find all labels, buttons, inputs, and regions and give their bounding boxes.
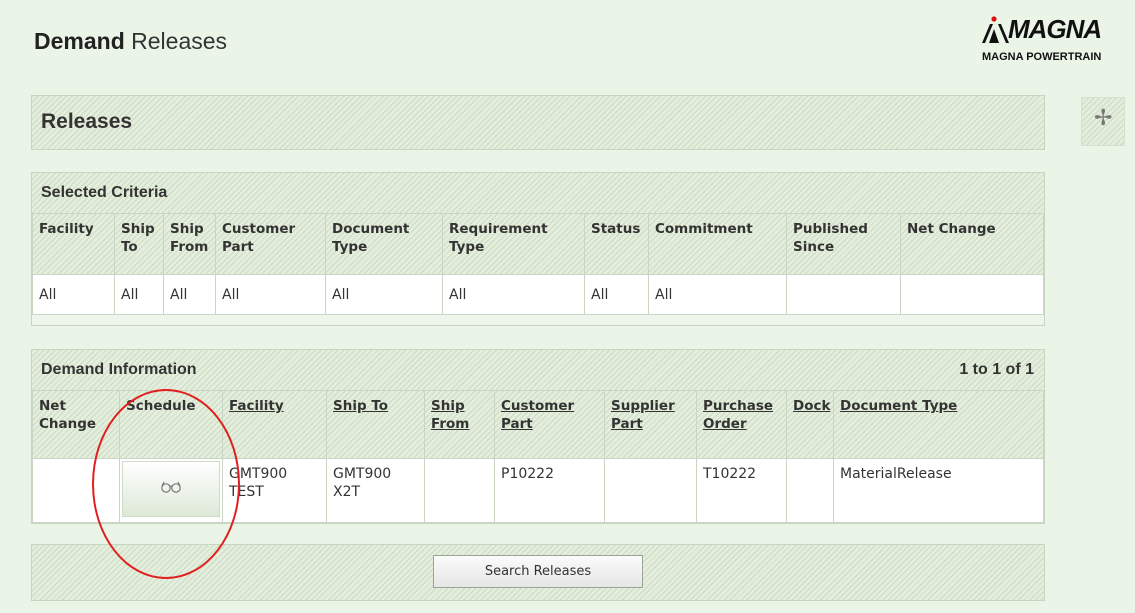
page-title-bold: Demand bbox=[34, 28, 125, 54]
releases-title: Releases bbox=[41, 110, 133, 133]
sort-link-facility[interactable]: Facility bbox=[229, 398, 284, 414]
cell-ship-from bbox=[424, 458, 495, 523]
footer-bar: Search Releases bbox=[31, 544, 1045, 601]
sort-link-ship-to[interactable]: Ship To bbox=[333, 398, 388, 414]
criteria-value-requirement-type: All bbox=[442, 274, 585, 315]
cell-purchase-order: T10222 bbox=[696, 458, 787, 523]
expand-button[interactable]: ✢ bbox=[1081, 97, 1125, 146]
criteria-col-facility: Facility bbox=[32, 213, 115, 275]
selected-criteria-header: Selected Criteria bbox=[32, 173, 1044, 213]
logo-subtitle: MAGNA POWERTRAIN bbox=[982, 51, 1102, 63]
cell-dock bbox=[786, 458, 834, 523]
criteria-header-row: Facility Ship To Ship From Customer Part… bbox=[32, 213, 1044, 275]
cell-customer-part: P10222 bbox=[494, 458, 605, 523]
demand-col-customer-part[interactable]: Customer Part bbox=[494, 390, 605, 459]
criteria-value-customer-part: All bbox=[215, 274, 326, 315]
criteria-col-customer-part: Customer Part bbox=[215, 213, 326, 275]
sort-link-dock[interactable]: Dock bbox=[793, 398, 830, 414]
criteria-col-commitment: Commitment bbox=[648, 213, 787, 275]
table-row: GMT900 TEST GMT900 X2T P10222 T10222 Mat… bbox=[32, 458, 1044, 523]
demand-col-document-type[interactable]: Document Type bbox=[833, 390, 1044, 459]
demand-col-supplier-part[interactable]: Supplier Part bbox=[604, 390, 697, 459]
sort-link-purchase-order[interactable]: Purchase Order bbox=[703, 398, 773, 432]
demand-col-ship-from[interactable]: Ship From bbox=[424, 390, 495, 459]
cell-schedule bbox=[119, 458, 223, 523]
magna-logo: MAGNA MAGNA POWERTRAIN bbox=[980, 14, 1130, 74]
selected-criteria-table: Facility Ship To Ship From Customer Part… bbox=[32, 213, 1044, 315]
search-releases-button[interactable]: Search Releases bbox=[433, 555, 643, 588]
sort-link-ship-from[interactable]: Ship From bbox=[431, 398, 469, 432]
criteria-col-document-type: Document Type bbox=[325, 213, 443, 275]
demand-col-schedule: Schedule bbox=[119, 390, 223, 459]
criteria-col-status: Status bbox=[584, 213, 649, 275]
page: Demand Releases MAGNA MAGNA POWERTRAIN R… bbox=[0, 0, 1135, 613]
criteria-col-requirement-type: Requirement Type bbox=[442, 213, 585, 275]
page-title-rest: Releases bbox=[131, 28, 228, 54]
demand-information-panel: Demand Information 1 to 1 of 1 Net Chang… bbox=[31, 349, 1045, 524]
cell-facility: GMT900 TEST bbox=[222, 458, 327, 523]
page-title: Demand Releases bbox=[34, 28, 227, 55]
demand-col-ship-to[interactable]: Ship To bbox=[326, 390, 425, 459]
sort-link-customer-part[interactable]: Customer Part bbox=[501, 398, 574, 432]
selected-criteria-title: Selected Criteria bbox=[41, 184, 168, 201]
criteria-value-facility: All bbox=[32, 274, 115, 315]
criteria-value-ship-from: All bbox=[163, 274, 216, 315]
criteria-value-published-since bbox=[786, 274, 901, 315]
paging-info: 1 to 1 of 1 bbox=[959, 361, 1034, 378]
cell-supplier-part bbox=[604, 458, 697, 523]
view-schedule-button[interactable] bbox=[122, 461, 220, 517]
criteria-value-row: All All All All All All All All bbox=[32, 274, 1044, 315]
criteria-col-net-change: Net Change bbox=[900, 213, 1044, 275]
sort-link-supplier-part[interactable]: Supplier Part bbox=[611, 398, 675, 432]
criteria-value-ship-to: All bbox=[114, 274, 164, 315]
demand-header-row: Net Change Schedule Facility Ship To Shi… bbox=[32, 390, 1044, 459]
demand-information-header: Demand Information 1 to 1 of 1 bbox=[32, 350, 1044, 390]
criteria-col-published-since: Published Since bbox=[786, 213, 901, 275]
demand-col-net-change: Net Change bbox=[32, 390, 120, 459]
demand-information-table: Net Change Schedule Facility Ship To Shi… bbox=[32, 390, 1044, 523]
releases-header: Releases bbox=[31, 95, 1045, 150]
criteria-value-document-type: All bbox=[325, 274, 443, 315]
logo-word: MAGNA bbox=[1008, 14, 1102, 44]
demand-information-title: Demand Information bbox=[41, 361, 197, 378]
glasses-icon bbox=[160, 480, 182, 498]
demand-col-purchase-order[interactable]: Purchase Order bbox=[696, 390, 787, 459]
criteria-value-net-change bbox=[900, 274, 1044, 315]
cell-ship-to: GMT900 X2T bbox=[326, 458, 425, 523]
plus-icon: ✢ bbox=[1094, 106, 1113, 131]
demand-col-dock[interactable]: Dock bbox=[786, 390, 834, 459]
criteria-value-commitment: All bbox=[648, 274, 787, 315]
demand-col-facility[interactable]: Facility bbox=[222, 390, 327, 459]
cell-net-change bbox=[32, 458, 120, 523]
criteria-col-ship-from: Ship From bbox=[163, 213, 216, 275]
cell-document-type: MaterialRelease bbox=[833, 458, 1044, 523]
selected-criteria-panel: Selected Criteria Facility Ship To Ship … bbox=[31, 172, 1045, 326]
criteria-value-status: All bbox=[584, 274, 649, 315]
criteria-col-ship-to: Ship To bbox=[114, 213, 164, 275]
sort-link-document-type[interactable]: Document Type bbox=[840, 398, 957, 414]
